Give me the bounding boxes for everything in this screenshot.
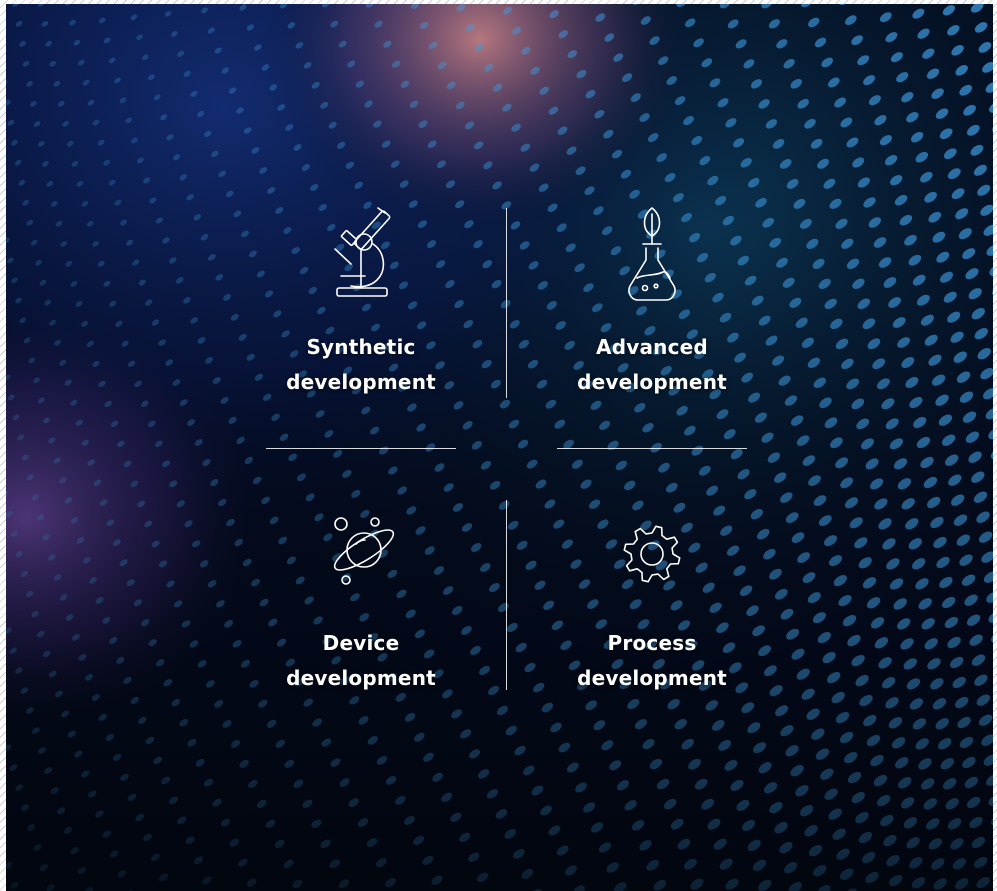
- hero-section: Synthetic development Advanced developme…: [6, 4, 993, 891]
- service-title-line2: development: [577, 370, 727, 394]
- service-title-line1: Synthetic: [306, 335, 416, 359]
- flask-leaf-icon: [628, 207, 676, 301]
- services-grid: Synthetic development Advanced developme…: [6, 4, 993, 891]
- service-device-development[interactable]: Device development: [241, 500, 481, 696]
- horizontal-divider-left: [266, 448, 456, 449]
- page-frame: Synthetic development Advanced developme…: [0, 0, 997, 891]
- vertical-divider-bottom: [506, 500, 507, 690]
- service-advanced-development[interactable]: Advanced development: [532, 204, 772, 400]
- horizontal-divider-right: [557, 448, 747, 449]
- service-title-line2: development: [286, 370, 436, 394]
- service-title-line1: Process: [607, 631, 697, 655]
- planet-icon: [333, 517, 395, 585]
- service-process-development[interactable]: Process development: [532, 500, 772, 696]
- service-synthetic-development[interactable]: Synthetic development: [241, 204, 481, 400]
- service-title-line2: development: [577, 666, 727, 690]
- vertical-divider-top: [506, 208, 507, 398]
- service-title-line1: Device: [322, 631, 400, 655]
- service-title-line1: Advanced: [596, 335, 708, 359]
- microscope-icon: [334, 207, 391, 297]
- service-title-line2: development: [286, 666, 436, 690]
- gear-icon: [623, 525, 681, 583]
